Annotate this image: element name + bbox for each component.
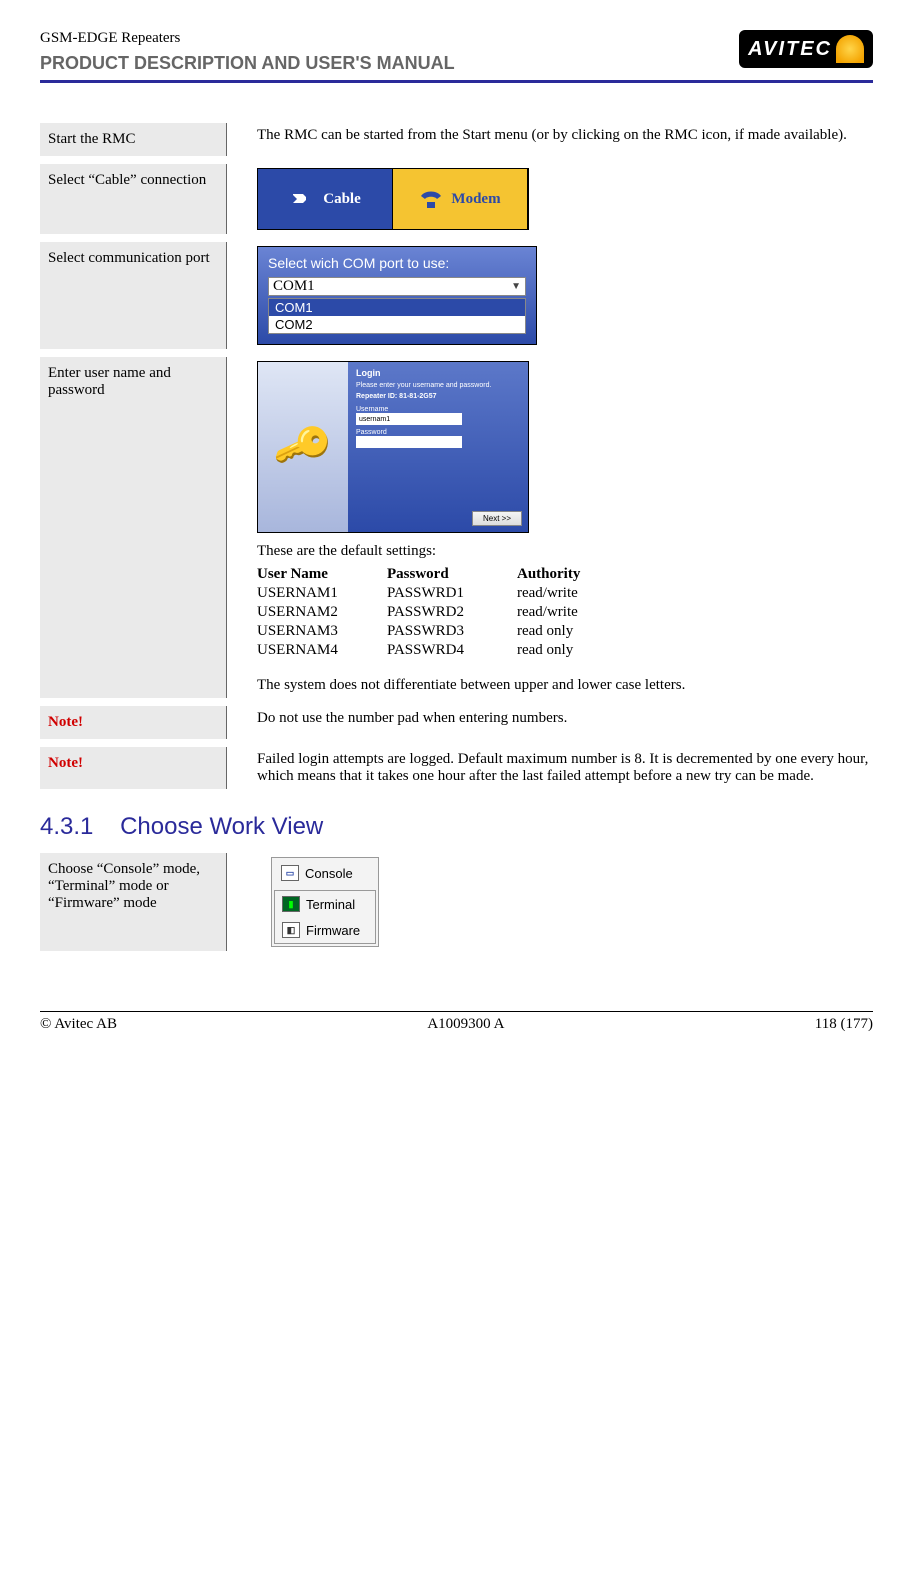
page-footer: © Avitec AB A1009300 A 118 (177) [40,1016,873,1053]
table-row: USERNAM2 PASSWRD2 read/write [257,604,873,621]
manual-title: PRODUCT DESCRIPTION AND USER'S MANUAL [40,53,455,74]
com-port-option-2[interactable]: COM2 [269,316,525,333]
table-row: USERNAM3 PASSWRD3 read only [257,623,873,640]
header-left: GSM-EDGE Repeaters PRODUCT DESCRIPTION A… [40,30,455,74]
col-username: User Name [257,566,387,583]
sun-icon [836,35,864,63]
table-row: USERNAM1 PASSWRD1 read/write [257,585,873,602]
com-port-list: COM1 COM2 [268,298,526,334]
terminal-label: Terminal [306,897,355,912]
username-label: Username [356,406,520,413]
login-subtitle: Please enter your username and password. [356,382,520,389]
section-heading: 4.3.1 Choose Work View [40,813,873,841]
note-label-1: Note! [40,706,227,739]
section-number: 4.3.1 [40,813,93,840]
footer-page: 118 (177) [815,1016,873,1033]
footer-docnum: A1009300 A [427,1016,504,1033]
firmware-label: Firmware [306,923,360,938]
case-sensitivity-note: The system does not differentiate betwee… [257,677,873,694]
terminal-icon: ▮ [282,896,300,912]
console-label: Console [305,866,353,881]
note-label-2: Note! [40,747,227,789]
com-port-option-1[interactable]: COM1 [269,299,525,316]
password-label: Password [356,429,520,436]
console-mode-button[interactable]: ▭ Console [274,860,376,886]
mode-selector-screenshot: ▭ Console ▮ Terminal ◧ Firmware [271,857,379,947]
step-label-login: Enter user name and password [40,357,227,698]
step-text-start-rmc: The RMC can be started from the Start me… [227,123,873,156]
username-field[interactable] [356,413,462,425]
section-title: Choose Work View [120,813,323,840]
repeater-id: Repeater ID: 81-81-2G57 [356,393,520,400]
login-screenshot: 🔑 Login Please enter your username and p… [257,361,529,533]
page-header: GSM-EDGE Repeaters PRODUCT DESCRIPTION A… [40,30,873,74]
step-label-comport: Select communication port [40,242,227,349]
brand-logo: AVITEC [739,30,873,68]
terminal-mode-button[interactable]: ▮ Terminal [275,891,375,917]
cable-button[interactable]: Cable [258,169,393,229]
com-port-dropdown[interactable]: COM1 ▼ [268,277,526,296]
footer-copyright: © Avitec AB [40,1016,117,1033]
password-field[interactable] [356,436,462,448]
footer-divider [40,1011,873,1012]
cable-button-label: Cable [323,191,361,208]
com-port-screenshot: Select wich COM port to use: COM1 ▼ COM1… [257,246,537,345]
keys-icon: 🔑 [270,415,336,479]
com-port-title: Select wich COM port to use: [262,251,532,275]
header-divider [40,80,873,83]
next-button[interactable]: Next >> [472,511,522,526]
note-text-2: Failed login attempts are logged. Defaul… [227,747,873,789]
firmware-mode-button[interactable]: ◧ Firmware [275,917,375,943]
step-label-cable: Select “Cable” connection [40,164,227,234]
defaults-intro: These are the default settings: [257,543,873,560]
col-password: Password [387,566,517,583]
com-port-selected: COM1 [273,278,315,295]
defaults-table: User Name Password Authority USERNAM1 PA… [257,566,873,659]
chevron-down-icon: ▼ [511,281,521,292]
table-row: USERNAM4 PASSWRD4 read only [257,642,873,659]
phone-icon [419,188,443,210]
note-text-1: Do not use the number pad when entering … [227,706,873,739]
step-label-start-rmc: Start the RMC [40,123,227,156]
step-label-workview: Choose “Console” mode, “Terminal” mode o… [40,853,227,951]
logo-text: AVITEC [748,38,832,61]
connection-buttons-screenshot: Cable Modem [257,168,529,230]
doc-category: GSM-EDGE Repeaters [40,30,455,47]
cable-icon [289,190,315,208]
col-authority: Authority [517,566,647,583]
firmware-icon: ◧ [282,922,300,938]
modem-button-label: Modem [451,191,500,208]
login-title: Login [356,368,520,378]
modem-button[interactable]: Modem [393,169,528,229]
console-icon: ▭ [281,865,299,881]
